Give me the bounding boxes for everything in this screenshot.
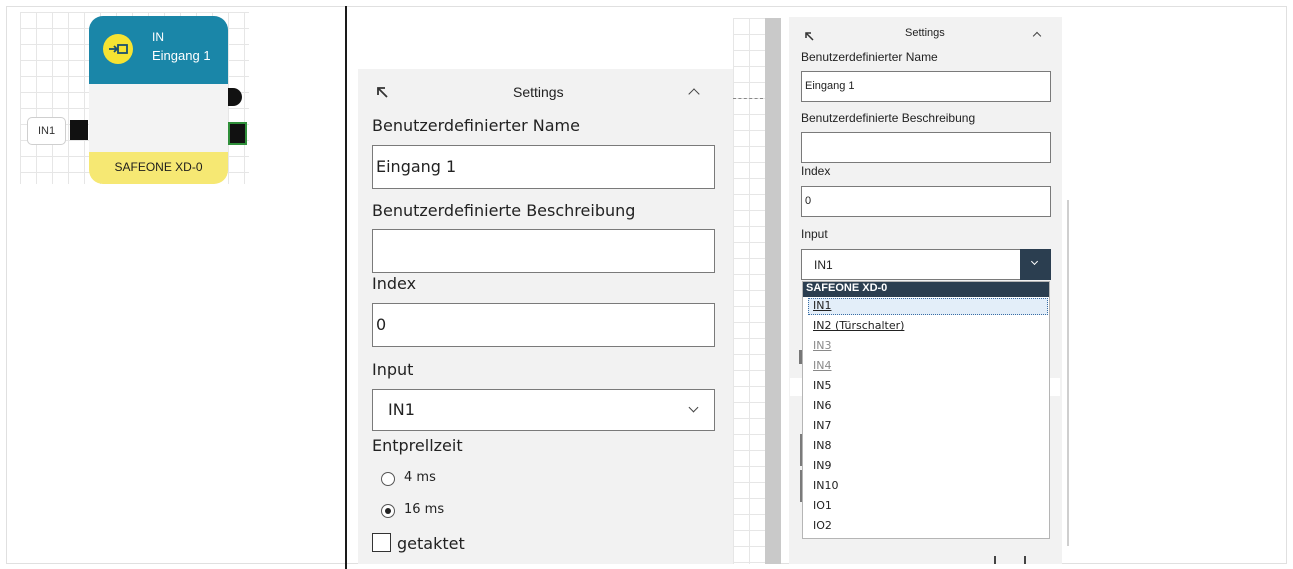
- name-field-small[interactable]: Eingang 1: [801, 71, 1051, 102]
- dropdown-item[interactable]: IO1: [813, 499, 832, 512]
- vertical-splitter[interactable]: [765, 18, 781, 564]
- dock-arrow-icon-small[interactable]: [803, 27, 815, 41]
- dropdown-item[interactable]: IN8: [813, 439, 831, 452]
- input-arrow-icon: [103, 34, 133, 64]
- desc-field-small[interactable]: [801, 132, 1051, 163]
- dropdown-item[interactable]: IN5: [813, 379, 831, 392]
- dropdown-group-header-label: SAFEONE XD-0: [806, 282, 888, 294]
- canvas-right[interactable]: [733, 18, 765, 564]
- node-block[interactable]: IN Eingang 1 SAFEONE XD-0: [89, 16, 228, 184]
- desc-field[interactable]: [372, 229, 715, 273]
- node-name: Eingang 1: [152, 48, 211, 63]
- input-connector[interactable]: [70, 120, 88, 140]
- name-label: Benutzerdefinierter Name: [372, 116, 580, 135]
- chevron-down-icon-small: [1030, 257, 1039, 266]
- output-connector-bottom[interactable]: [228, 122, 247, 145]
- dropdown-item[interactable]: IN7: [813, 419, 831, 432]
- clocked-label: getaktet: [397, 534, 465, 553]
- radio-16ms[interactable]: [381, 504, 395, 518]
- desc-label: Benutzerdefinierte Beschreibung: [372, 201, 636, 220]
- name-field-value: Eingang 1: [376, 157, 457, 176]
- node-body: [89, 84, 228, 152]
- radio-4ms[interactable]: [381, 472, 395, 486]
- dropdown-item[interactable]: IO2: [813, 519, 832, 532]
- input-select[interactable]: IN1: [372, 389, 715, 431]
- dropdown-item[interactable]: IN6: [813, 399, 831, 412]
- index-field-small-value: 0: [805, 195, 812, 207]
- chevron-down-icon: [688, 402, 699, 413]
- input-select-small[interactable]: IN1: [801, 249, 1051, 280]
- clocked-checkbox[interactable]: [372, 533, 391, 552]
- dropdown-item[interactable]: IN1: [813, 299, 831, 312]
- radio-16ms-label: 16 ms: [404, 502, 445, 517]
- dropdown-item[interactable]: IN2 (Türschalter): [813, 319, 904, 332]
- dropdown-item[interactable]: IN3: [813, 339, 831, 352]
- canvas-dashed-line: [733, 98, 763, 99]
- panel-scrollbar[interactable]: [1067, 200, 1069, 546]
- index-label-small: Index: [801, 164, 831, 178]
- settings-title: Settings: [513, 84, 564, 100]
- radio-16ms-dot: [385, 508, 391, 514]
- name-label-small: Benutzerdefinierter Name: [801, 50, 938, 64]
- index-label: Index: [372, 274, 417, 293]
- input-label-small: Input: [801, 227, 828, 241]
- name-field[interactable]: Eingang 1: [372, 145, 715, 189]
- debounce-label: Entprellzeit: [372, 436, 463, 455]
- input-tag[interactable]: IN1: [27, 117, 66, 145]
- dropdown-item[interactable]: IN10: [813, 479, 838, 492]
- dropdown-toggle-button[interactable]: [1020, 249, 1051, 280]
- dock-arrow-icon[interactable]: [374, 84, 390, 100]
- node-device-label: SAFEONE XD-0: [114, 160, 203, 174]
- dropdown-item[interactable]: IN9: [813, 459, 831, 472]
- radio-4ms-label: 4 ms: [404, 470, 436, 485]
- input-label: Input: [372, 360, 414, 379]
- divider: [345, 6, 347, 569]
- desc-label-small: Benutzerdefinierte Beschreibung: [801, 111, 976, 125]
- bottom-tick-2: [1024, 556, 1026, 564]
- input-select-value: IN1: [388, 400, 415, 419]
- dropdown-selected-highlight: [808, 298, 1048, 315]
- bottom-tick-1: [994, 556, 996, 564]
- dropdown-item[interactable]: IN4: [813, 359, 831, 372]
- index-field-small[interactable]: 0: [801, 186, 1051, 217]
- settings-title-small: Settings: [905, 27, 945, 39]
- index-field-value: 0: [376, 315, 387, 334]
- node-type-label: IN: [152, 30, 164, 44]
- index-field[interactable]: 0: [372, 303, 715, 347]
- input-select-small-value: IN1: [814, 258, 833, 272]
- input-tag-label: IN1: [37, 125, 56, 137]
- name-field-small-value: Eingang 1: [805, 80, 855, 92]
